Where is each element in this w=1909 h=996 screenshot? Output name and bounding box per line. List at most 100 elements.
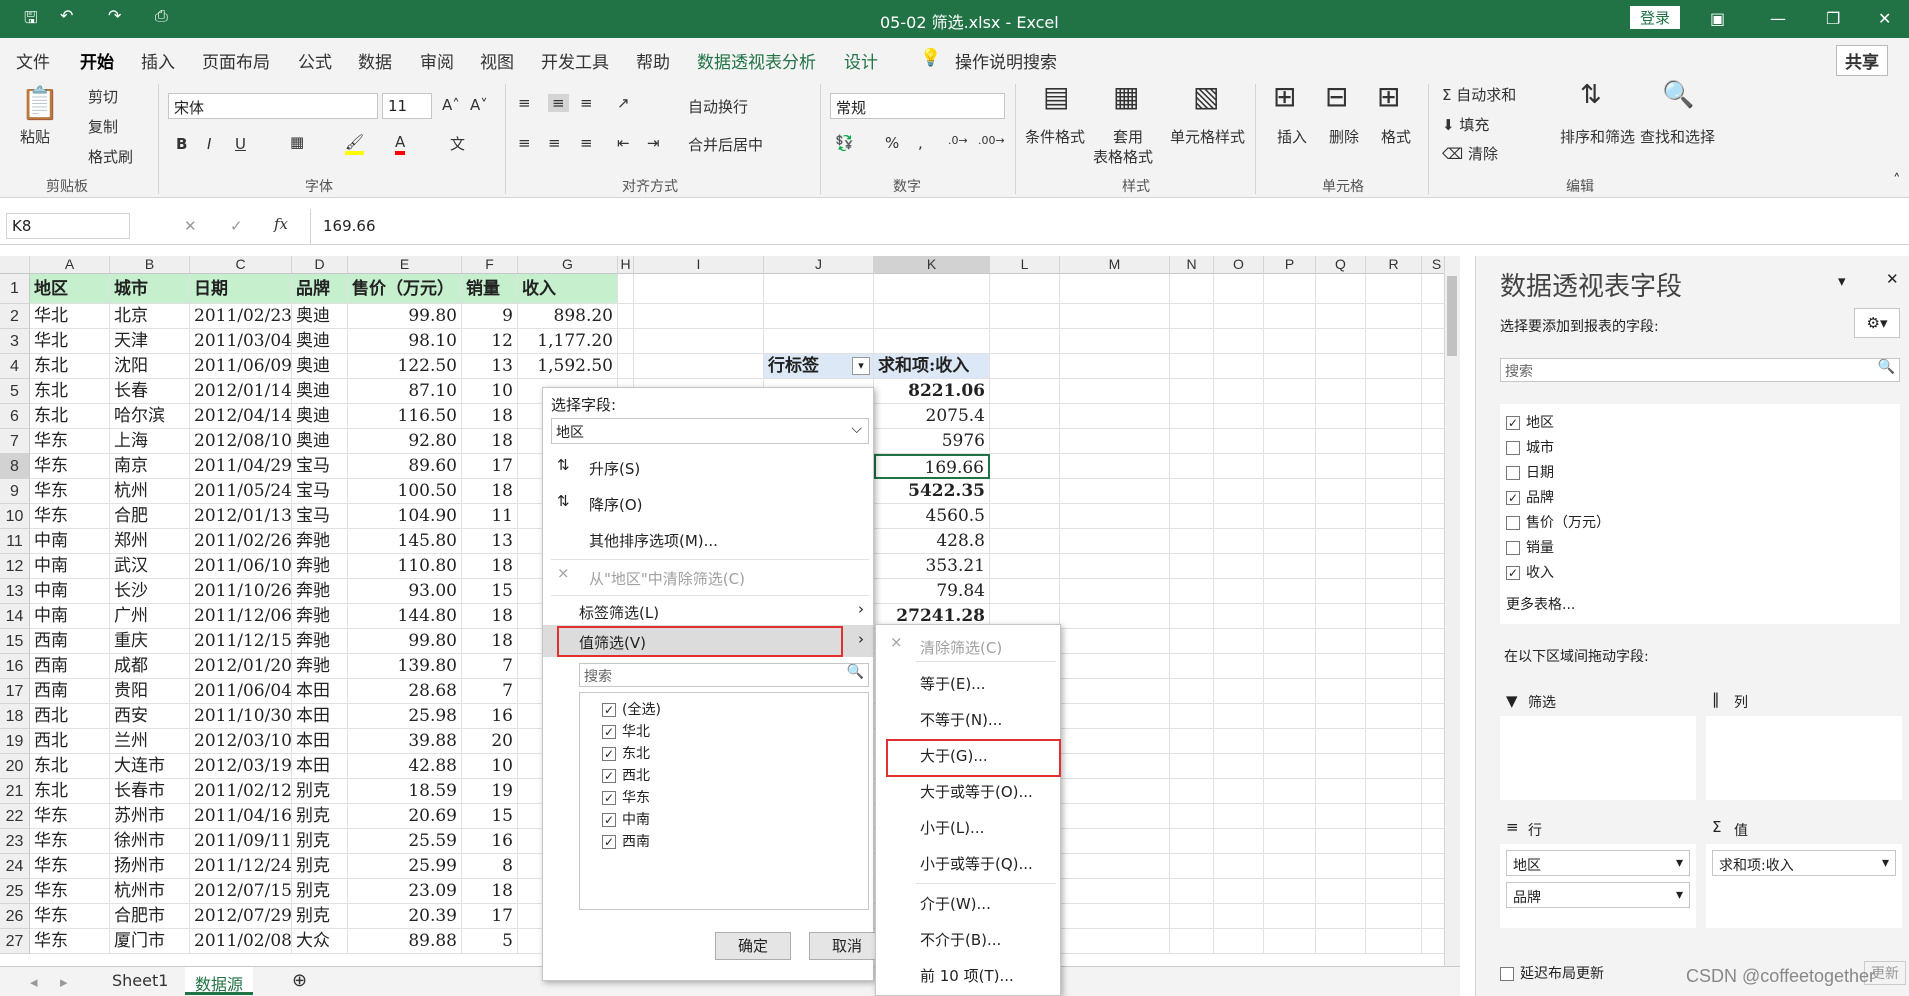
table-cell[interactable]: 898.20	[518, 304, 618, 329]
grid-cell[interactable]	[1170, 779, 1214, 804]
table-cell[interactable]: 13	[462, 529, 518, 554]
grid-cell[interactable]	[1214, 829, 1264, 854]
paste-button[interactable]: 粘贴	[20, 126, 50, 147]
align-top-icon[interactable]: ≡	[518, 94, 531, 112]
row-header-22[interactable]: 22	[0, 804, 30, 829]
grid-cell[interactable]	[1316, 679, 1366, 704]
clear-button[interactable]: ⌫ 清除	[1442, 143, 1498, 164]
rows-item-region[interactable]: 地区 ▾	[1506, 850, 1690, 876]
table-cell[interactable]: 华东	[30, 854, 110, 879]
table-cell[interactable]: 华东	[30, 454, 110, 479]
save-icon[interactable]: 🖫	[24, 7, 38, 34]
format-cells-button[interactable]: 格式	[1381, 126, 1411, 147]
filter-item-checkbox[interactable]: ✓ 西北	[602, 765, 650, 785]
table-cell[interactable]: 本田	[292, 754, 348, 779]
sheet-nav-left-icon[interactable]: ◂	[30, 973, 38, 991]
grid-cell[interactable]	[1264, 379, 1316, 404]
grid-cell[interactable]	[1060, 829, 1170, 854]
grid-cell[interactable]	[1264, 529, 1316, 554]
table-cell[interactable]: 宝马	[292, 479, 348, 504]
row-header-23[interactable]: 23	[0, 829, 30, 854]
sort-filter-icon[interactable]: ⇅	[1580, 80, 1602, 110]
grid-cell[interactable]	[1316, 604, 1366, 629]
sheet-tab-data-source[interactable]: 数据源	[185, 967, 254, 995]
grid-cell[interactable]	[1170, 429, 1214, 454]
table-cell[interactable]: 西南	[30, 679, 110, 704]
grid-cell[interactable]	[990, 479, 1060, 504]
row-header-21[interactable]: 21	[0, 779, 30, 804]
table-cell[interactable]: 上海	[110, 429, 190, 454]
grid-cell[interactable]	[1366, 354, 1422, 379]
select-all-corner[interactable]	[0, 256, 30, 274]
table-cell[interactable]: 合肥市	[110, 904, 190, 929]
grid-cell[interactable]	[1316, 274, 1366, 304]
share-button[interactable]: 共享	[1836, 45, 1888, 76]
row-header-19[interactable]: 19	[0, 729, 30, 754]
table-cell[interactable]: 92.80	[348, 429, 462, 454]
grid-cell[interactable]	[990, 354, 1060, 379]
grid-cell[interactable]	[1170, 404, 1214, 429]
grid-cell[interactable]	[1170, 654, 1214, 679]
values-item-sum[interactable]: 求和项:收入 ▾	[1712, 850, 1896, 876]
row-header-27[interactable]: 27	[0, 929, 30, 954]
rows-item-brand[interactable]: 品牌 ▾	[1506, 882, 1690, 908]
table-cell[interactable]: 1,177.20	[518, 329, 618, 354]
grid-cell[interactable]	[1170, 754, 1214, 779]
header-cell[interactable]: 地区	[30, 274, 110, 304]
grid-cell[interactable]	[1060, 504, 1170, 529]
name-box[interactable]: K8	[6, 213, 130, 239]
value-filter-option[interactable]: 前 10 项(T)...	[920, 965, 1014, 986]
phonetic-icon[interactable]: 文	[450, 133, 465, 154]
pivot-value-cell[interactable]: 79.84	[874, 579, 990, 604]
pivot-value-cell[interactable]: 5422.35	[874, 479, 990, 504]
grid-cell[interactable]	[618, 274, 634, 304]
insert-cells-button[interactable]: 插入	[1277, 126, 1307, 147]
grid-cell[interactable]	[1316, 304, 1366, 329]
grid-cell[interactable]	[1060, 904, 1170, 929]
table-cell[interactable]: 本田	[292, 704, 348, 729]
copy-button[interactable]: 复制	[88, 116, 118, 137]
grid-cell[interactable]	[1264, 429, 1316, 454]
grid-cell[interactable]	[1170, 704, 1214, 729]
table-cell[interactable]: 奔驰	[292, 604, 348, 629]
table-cell[interactable]: 奔驰	[292, 529, 348, 554]
grid-cell[interactable]	[1264, 304, 1316, 329]
table-cell[interactable]: 5	[462, 929, 518, 954]
more-tables-link[interactable]: 更多表格...	[1506, 594, 1575, 614]
grid-cell[interactable]	[1170, 729, 1214, 754]
grid-cell[interactable]	[1214, 504, 1264, 529]
grid-cell[interactable]	[1264, 879, 1316, 904]
percent-icon[interactable]: %	[885, 134, 899, 152]
grid-cell[interactable]	[1366, 654, 1422, 679]
grid-cell[interactable]	[1264, 829, 1316, 854]
find-select-button[interactable]: 查找和选择	[1640, 126, 1715, 147]
table-cell[interactable]: 145.80	[348, 529, 462, 554]
grid-cell[interactable]	[1060, 929, 1170, 954]
grid-cell[interactable]	[1366, 429, 1422, 454]
table-cell[interactable]: 2011/02/23	[190, 304, 292, 329]
grid-cell[interactable]	[1366, 754, 1422, 779]
pivot-field-checkbox[interactable]: ✓ 收入	[1506, 562, 1554, 582]
grid-cell[interactable]	[990, 579, 1060, 604]
grid-cell[interactable]	[1366, 304, 1422, 329]
table-cell[interactable]: 武汉	[110, 554, 190, 579]
table-cell[interactable]: 89.88	[348, 929, 462, 954]
grid-cell[interactable]	[634, 354, 764, 379]
grid-cell[interactable]	[1316, 404, 1366, 429]
table-cell[interactable]: 25.59	[348, 829, 462, 854]
table-cell[interactable]: 8	[462, 854, 518, 879]
value-filter-option[interactable]: 大于或等于(O)...	[920, 781, 1033, 802]
header-cell[interactable]: 城市	[110, 274, 190, 304]
grid-cell[interactable]	[1316, 379, 1366, 404]
grid-cell[interactable]	[1316, 579, 1366, 604]
table-cell[interactable]: 苏州市	[110, 804, 190, 829]
grid-cell[interactable]	[1316, 529, 1366, 554]
grid-cell[interactable]	[1060, 454, 1170, 479]
grid-cell[interactable]	[1060, 479, 1170, 504]
grid-cell[interactable]	[1316, 329, 1366, 354]
italic-button[interactable]: I	[207, 135, 211, 153]
table-cell[interactable]: 104.90	[348, 504, 462, 529]
table-cell[interactable]: 122.50	[348, 354, 462, 379]
table-cell[interactable]: 139.80	[348, 654, 462, 679]
grid-cell[interactable]	[1366, 929, 1422, 954]
